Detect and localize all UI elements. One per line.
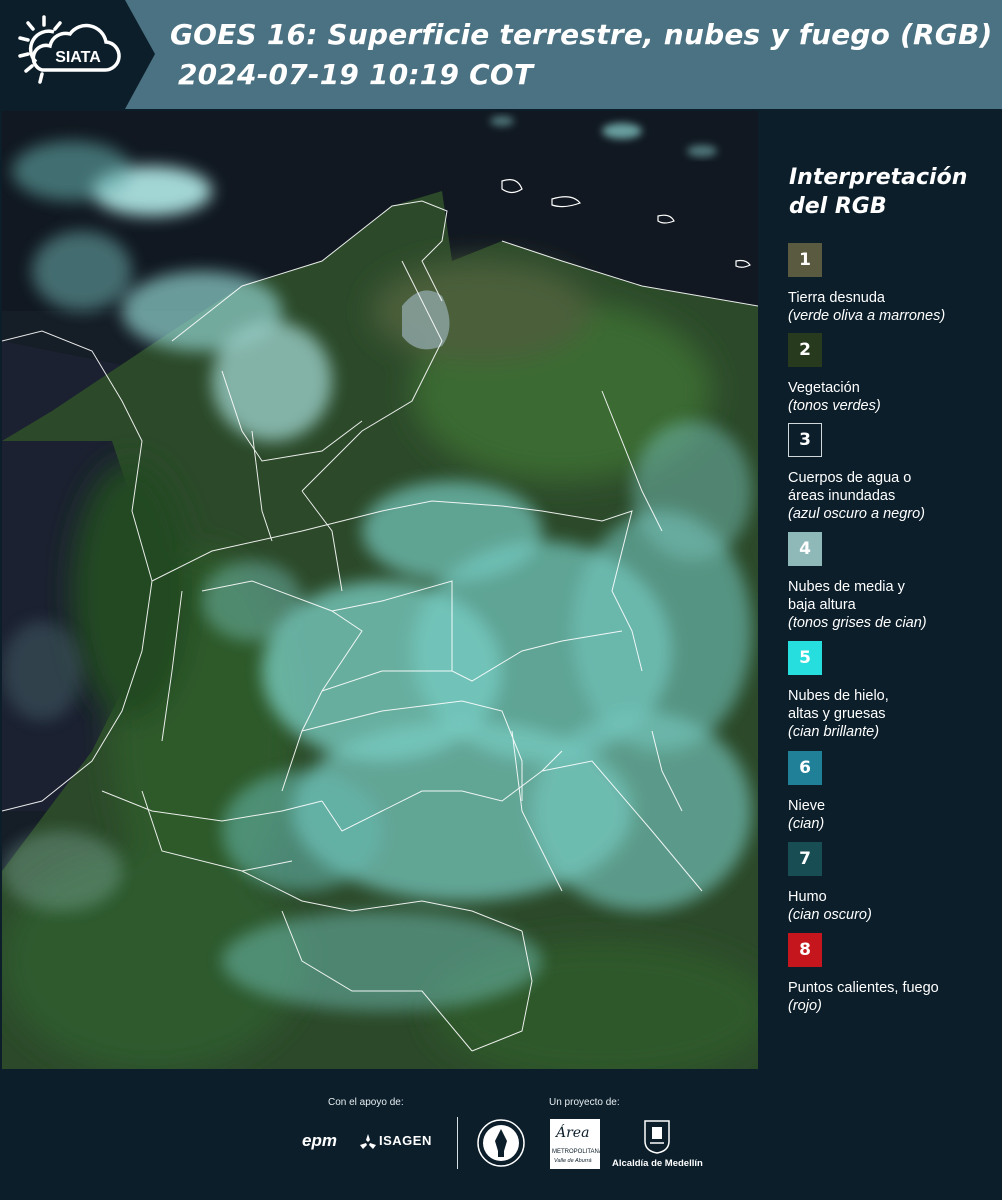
legend-item-name: Humo [788,888,998,906]
area-metropolitana-logo[interactable]: Área METROPOLITANA Valle de Aburrá [550,1119,603,1169]
legend-item-name: Cuerpos de agua o áreas inundadas [788,469,998,505]
project-label: Un proyecto de: [549,1097,620,1108]
legend-item-note: (verde oliva a marrones) [788,308,946,324]
legend-name-line: Vegetación [788,380,860,396]
legend-name-line: Nubes de media y [788,579,905,595]
legend-item-note: (tonos verdes) [788,398,881,414]
legend-item-note: (cian oscuro) [788,907,872,923]
satellite-rgb-image [2,111,758,1069]
legend-name-line: altas y gruesas [788,706,886,722]
legend-swatch: 3 [788,423,822,457]
legend-item-note: (azul oscuro a negro) [788,506,926,522]
legend-item-water: 3 Cuerpos de agua o áreas inundadas (azu… [788,423,998,523]
page-title: GOES 16: Superficie terrestre, nubes y f… [170,18,993,51]
area-logo-sub1: METROPOLITANA [552,1149,603,1155]
legend-item-name: Nieve [788,797,998,815]
legend-item-note: (rojo) [788,998,822,1014]
legend-name-line: Nubes de hielo, [788,688,889,704]
legend-swatch: 1 [788,243,822,277]
legend-name-line: Tierra desnuda [788,290,885,306]
legend-item-name: Tierra desnuda [788,289,998,307]
area-logo-name: Área [556,1125,590,1141]
legend-swatch: 2 [788,333,822,367]
legend-title: Interpretación del RGB [789,163,989,221]
legend-swatch: 5 [788,641,822,675]
legend-name-line: baja altura [788,597,856,613]
legend-swatch: 8 [788,933,822,967]
legend-item-ice-clouds: 5 Nubes de hielo, altas y gruesas (cian … [788,641,998,741]
epm-logo[interactable]: epm [302,1131,337,1151]
area-logo-sub2: Valle de Aburrá [554,1158,592,1164]
isagen-star-icon [360,1134,376,1149]
isagen-text: ISAGEN [379,1133,432,1148]
legend-swatch: 4 [788,532,822,566]
support-label: Con el apoyo de: [328,1097,404,1108]
legend-item-snow: 6 Nieve (cian) [788,751,998,833]
alcaldia-medellin-text[interactable]: Alcaldía de Medellín [612,1158,703,1169]
legend-name-line: Cuerpos de agua o [788,470,912,486]
legend-item-note: (cian) [788,816,825,832]
satellite-map[interactable] [2,111,758,1069]
logo-text: SIATA [55,49,101,66]
legend-name-line: Puntos calientes, fuego [788,980,939,996]
legend-item-name: Puntos calientes, fuego [788,979,998,997]
siata-sun-cloud-icon: SIATA [18,15,121,84]
rgb-legend-panel: Interpretación del RGB 1 Tierra desnuda … [764,111,1002,1069]
legend-item-fire: 8 Puntos calientes, fuego (rojo) [788,933,998,1015]
legend-item-vegetation: 2 Vegetación (tonos verdes) [788,333,998,415]
siata-logo[interactable]: SIATA [0,0,155,109]
legend-item-note: (tonos grises de cian) [788,615,927,631]
image-timestamp: 2024-07-19 10:19 COT [178,58,534,91]
legend-item-note: (cian brillante) [788,724,880,740]
footer-divider [457,1117,458,1169]
legend-swatch: 7 [788,842,822,876]
legend-item-mid-low-clouds: 4 Nubes de media y baja altura (tonos gr… [788,532,998,632]
alcaldia-shield-icon [644,1120,670,1154]
legend-item-name: Vegetación [788,379,998,397]
legend-name-line: áreas inundadas [788,488,896,504]
legend-name-line: Humo [788,889,827,905]
footer: Con el apoyo de: Un proyecto de: epm ISA… [0,1069,1002,1200]
legend-item-name: Nubes de media y baja altura [788,578,998,614]
legend-item-smoke: 7 Humo (cian oscuro) [788,842,998,924]
legend-swatch: 6 [788,751,822,785]
legend-item-bare-soil: 1 Tierra desnuda (verde oliva a marrones… [788,243,998,325]
legend-name-line: Nieve [788,798,826,814]
header-bar: SIATA GOES 16: Superficie terrestre, nub… [0,0,1002,109]
legend-title-line1: Interpretación [789,165,968,190]
seal-logo-icon[interactable] [476,1117,526,1169]
legend-item-name: Nubes de hielo, altas y gruesas [788,687,998,723]
legend-title-line2: del RGB [789,194,887,219]
